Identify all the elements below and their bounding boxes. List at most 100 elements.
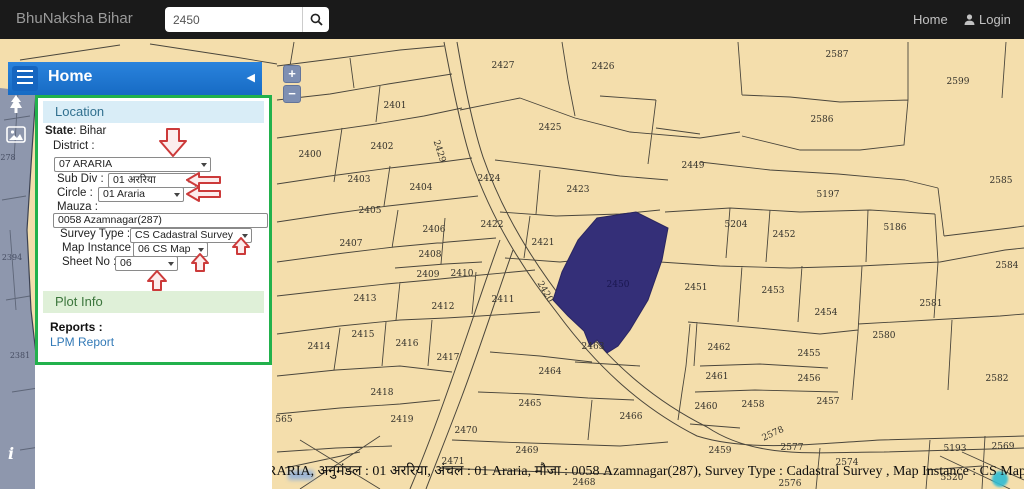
zoom-in-button[interactable]: + (283, 65, 301, 83)
plot-number-label: 2405 (359, 206, 382, 216)
plot-number-label: 2404 (410, 183, 433, 193)
mauza-label: Mauza : (57, 201, 98, 213)
plot-number-label: 2463 (582, 342, 605, 352)
nav-home-link[interactable]: Home (913, 12, 948, 27)
circle-select[interactable]: 01 Araria (98, 187, 184, 202)
plot-number-label: 2466 (620, 412, 643, 422)
zoom-out-button[interactable]: − (283, 85, 301, 103)
survey-type-select[interactable]: CS Cadastral Survey (130, 228, 252, 243)
selected-plot-label: 2450 (607, 280, 630, 290)
top-navigation-bar: BhuNaksha Bihar Home Login (0, 0, 1024, 39)
sidebar-collapse-icon[interactable]: ◀ (247, 71, 255, 84)
state-label: State (45, 125, 73, 137)
plot-number-label: 2458 (742, 400, 765, 410)
dropdown-caret-icon (186, 179, 192, 183)
plot-number-label: 2453 (762, 286, 785, 296)
map-instance-value: 06 CS Map (138, 243, 191, 255)
circle-value: 01 Araria (103, 188, 145, 200)
plot-number-label: 2451 (685, 283, 708, 293)
map-instance-select[interactable]: 06 CS Map (133, 242, 208, 257)
district-label: District : (53, 140, 95, 152)
plot-number-label: 278 (0, 153, 15, 162)
plot-number-label: 2427 (492, 61, 515, 71)
plot-number-label: 5193 (944, 444, 967, 454)
plot-number-label: 2426 (592, 62, 615, 72)
sidebar-header-title: Home (48, 68, 92, 86)
plot-number-label: 2464 (539, 367, 562, 377)
plot-number-label: 2461 (706, 372, 729, 382)
district-select[interactable]: 07 ARARIA (54, 157, 211, 172)
plot-number-label: 2421 (532, 238, 555, 248)
location-section-header: Location (43, 101, 264, 123)
plot-number-label: 2408 (419, 250, 442, 260)
plot-number-label: 2417 (437, 353, 460, 363)
plot-number-label: 2410 (451, 269, 474, 279)
subdiv-label: Sub Div : (57, 173, 104, 185)
hamburger-menu-button[interactable] (12, 66, 38, 91)
plot-number-label: 2470 (455, 426, 478, 436)
plot-number-label: 2415 (352, 330, 375, 340)
map-status-bar: ARARIA, अनुमंडल : 01 अररिया, अंचल : 01 A… (257, 461, 1024, 480)
dropdown-caret-icon (168, 262, 174, 266)
district-value: 07 ARARIA (59, 158, 112, 170)
map-zoom-controls: + − (283, 65, 301, 105)
subdiv-value: 01 अररिया (113, 174, 156, 186)
sheet-no-select[interactable]: 06 (115, 256, 178, 271)
plot-number-label: 2419 (391, 415, 414, 425)
plot-info-section-header: Plot Info (43, 291, 264, 313)
plot-number-label: 2454 (815, 308, 838, 318)
sheet-no-value: 06 (120, 257, 132, 269)
plot-number-label: 2455 (798, 349, 821, 359)
search-button[interactable] (302, 7, 329, 32)
mauza-select[interactable]: 0058 Azamnagar(287) (53, 213, 268, 228)
circle-label: Circle : (57, 187, 93, 199)
info-icon[interactable]: i (8, 444, 14, 463)
plot-number-label: 2599 (947, 77, 970, 87)
plot-number-label: 2425 (539, 123, 562, 133)
plot-number-label: 2452 (773, 230, 796, 240)
plot-number-label: 5204 (725, 220, 748, 230)
state-value: : Bihar (73, 125, 106, 137)
plot-number-label: 2449 (682, 161, 705, 171)
sheet-no-label: Sheet No : (62, 256, 116, 268)
plot-number-label: 2460 (695, 402, 718, 412)
plot-number-label: 2411 (492, 295, 515, 305)
plot-number-label: 2584 (996, 261, 1019, 271)
plot-number-label: 2418 (371, 388, 394, 398)
plot-number-label: 2407 (340, 239, 363, 249)
lpm-report-link[interactable]: LPM Report (50, 335, 114, 349)
dropdown-caret-icon (198, 248, 204, 252)
plot-number-label: 2412 (432, 302, 455, 312)
plot-number-label: 2423 (567, 185, 590, 195)
plot-number-label: 2580 (873, 331, 896, 341)
plot-number-label: 5186 (884, 223, 907, 233)
basemap-image-icon[interactable] (6, 126, 26, 148)
plot-number-label: 2414 (308, 342, 331, 352)
dropdown-caret-icon (174, 193, 180, 197)
plot-number-label: 2381 (10, 351, 30, 360)
plot-number-label: 5197 (817, 190, 840, 200)
layers-tree-icon[interactable] (6, 94, 26, 121)
plot-number-label: 2465 (519, 399, 542, 409)
plot-number-label: 2456 (798, 374, 821, 384)
survey-type-value: CS Cadastral Survey (135, 229, 233, 241)
plot-number-label: 2586 (811, 115, 834, 125)
search-icon (310, 13, 323, 26)
plot-number-label: 2409 (417, 270, 440, 280)
plot-number-label: 2406 (423, 225, 446, 235)
login-label: Login (979, 12, 1011, 27)
dropdown-caret-icon (201, 163, 207, 167)
subdiv-select[interactable]: 01 अररिया (108, 173, 196, 188)
plot-number-label: 2581 (920, 299, 943, 309)
plot-number-label: 2402 (371, 142, 394, 152)
plot-number-label: 2587 (826, 50, 849, 60)
state-row: State: Bihar (45, 125, 106, 137)
plot-number-label: 2459 (709, 446, 732, 456)
plot-number-label: 2577 (781, 443, 804, 453)
plot-number-label: 2413 (354, 294, 377, 304)
plot-number-label: 2582 (986, 374, 1009, 384)
plot-search-input[interactable] (165, 7, 302, 32)
nav-login-link[interactable]: Login (963, 12, 1011, 27)
plot-number-label: 2403 (348, 175, 371, 185)
plot-number-label: 2416 (396, 339, 419, 349)
